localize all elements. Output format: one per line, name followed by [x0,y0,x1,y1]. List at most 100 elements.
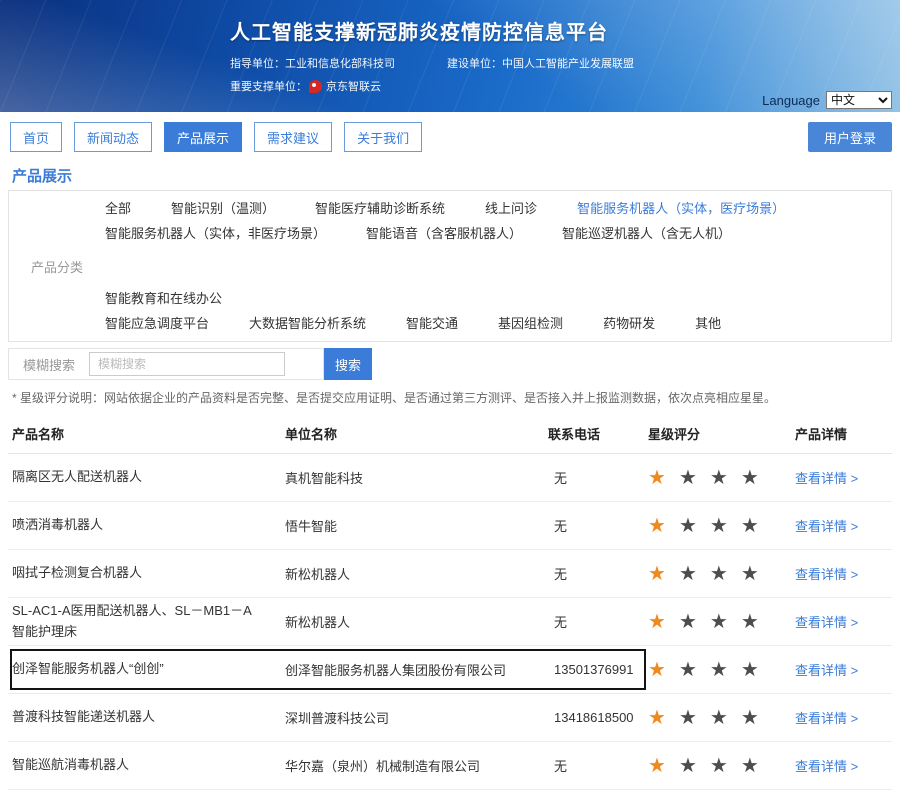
detail-cell: 查看详情 > [795,612,892,631]
view-detail-link[interactable]: 查看详情 > [795,759,858,774]
star-filled-icon: ★ [648,660,666,680]
category-rows: 全部 智能识别（温测） 智能医疗辅助诊断系统 线上问诊 智能服务机器人（实体，医疗场景）… [105,196,891,336]
company-name: 新松机器人 [285,564,548,583]
star-empty-icon: ★ [710,756,728,776]
category-row: 全部 智能识别（温测） 智能医疗辅助诊断系统 线上问诊 智能服务机器人（实体，医疗场景） [105,196,891,221]
rating-note: * 星级评分说明：网站依据企业的产品资料是否完整、是否提交应用证明、是否通过第三… [12,390,888,406]
build-unit-text: 建设单位：中国人工智能产业发展联盟 [447,55,634,71]
category-item[interactable]: 智能教育和在线办公 [105,286,222,311]
detail-cell: 查看详情 > [795,468,892,487]
view-detail-link[interactable]: 查看详情 > [795,471,858,486]
star-empty-icon: ★ [741,756,759,776]
star-rating: ★ ★ ★ ★ [648,564,795,584]
category-item[interactable]: 其他 [695,311,721,336]
view-detail-link[interactable]: 查看详情 > [795,615,858,630]
table-row: 智能巡航消毒机器人华尔嘉（泉州）机械制造有限公司无★★★★查看详情 > [8,742,892,790]
search-row: 模糊搜索 搜索 [8,348,892,380]
category-item[interactable]: 智能交通 [406,311,458,336]
star-filled-icon: ★ [648,516,666,536]
star-empty-icon: ★ [679,756,697,776]
star-empty-icon: ★ [679,516,697,536]
category-item[interactable]: 全部 [105,196,131,221]
language-select[interactable]: 中文 [826,91,892,109]
star-rating: ★★★★ [648,516,795,536]
star-filled-icon: ★ [648,756,666,776]
category-filter-label: 产品分类 [9,196,105,336]
search-input[interactable] [89,352,285,376]
star-empty-icon: ★ [679,612,697,632]
search-button[interactable]: 搜索 [324,348,372,380]
contact-phone: 无 [548,612,648,631]
star-empty-icon: ★ [679,708,697,728]
category-item[interactable]: 智能医疗辅助诊断系统 [315,196,445,221]
nav-item-requests[interactable]: 需求建议 [254,122,332,152]
nav-item-home[interactable]: 首页 [10,122,62,152]
product-name: 普渡科技智能递送机器人 [12,707,285,727]
view-detail-link[interactable]: 查看详情 > [795,663,858,678]
star-filled-icon: ★ [648,468,666,488]
jd-cloud-logo-icon [309,80,322,93]
category-item[interactable]: 大数据智能分析系统 [249,311,366,336]
category-item[interactable]: 智能应急调度平台 [105,311,209,336]
star-empty-icon: ★ [679,468,697,488]
nav-item-news[interactable]: 新闻动态 [74,122,152,152]
star-rating: ★ ★ ★ ★ [648,756,795,776]
company-name: 真机智能科技 [285,468,548,487]
table-row: 喷洒消毒机器人悟牛智能无★★★★查看详情 > [8,502,892,550]
category-item[interactable]: 智能识别（温测） [171,196,275,221]
category-item-selected[interactable]: 智能服务机器人（实体，医疗场景） [577,196,785,221]
company-name: 华尔嘉（泉州）机械制造有限公司 [285,756,548,775]
star-empty-icon: ★ [710,708,728,728]
category-row: 智能服务机器人（实体，非医疗场景） 智能语音（含客服机器人） 智能巡逻机器人（含无人… [105,221,891,311]
product-table: 产品名称 单位名称 联系电话 星级评分 产品详情 隔离区无人配送机器人真机智能科… [8,414,892,790]
contact-phone: 无 [548,516,648,535]
language-label: Language [762,93,820,108]
star-filled-icon: ★ [648,564,666,584]
detail-cell: 查看详情 > [795,756,892,775]
company-name: 新松机器人 [285,612,548,631]
product-name: 咽拭子检测复合机器人 [12,563,285,583]
contact-phone: 无 [548,756,648,775]
login-button[interactable]: 用户登录 [808,122,892,152]
header-contact-phone: 联系电话 [548,424,648,443]
star-empty-icon: ★ [710,660,728,680]
category-item[interactable]: 智能巡逻机器人（含无人机） [562,221,731,246]
support-unit-label: 重要支撑单位： [230,78,307,94]
table-row: 普渡科技智能递送机器人深圳普渡科技公司13418618500★★★★查看详情 > [8,694,892,742]
table-row: SL-AC1-A医用配送机器人、SL－MB1－A智能护理床新松机器人无★★★★查… [8,598,892,646]
star-empty-icon: ★ [741,564,759,584]
detail-cell: 查看详情 > [795,564,892,583]
company-name: 深圳普渡科技公司 [285,708,548,727]
view-detail-link[interactable]: 查看详情 > [795,567,858,582]
view-detail-link[interactable]: 查看详情 > [795,519,858,534]
category-item[interactable]: 药物研发 [603,311,655,336]
site-title: 人工智能支撑新冠肺炎疫情防控信息平台 [230,16,634,45]
search-label: 模糊搜索 [9,355,89,374]
category-item[interactable]: 智能语音（含客服机器人） [366,221,522,246]
category-item[interactable]: 线上问诊 [485,196,537,221]
star-filled-icon: ★ [648,708,666,728]
contact-phone: 13418618500 [548,710,648,725]
detail-cell: 查看详情 > [795,660,892,679]
category-filter-panel: 产品分类 全部智能识别（温测）智能医疗辅助诊断系统线上问诊智能服务机器人（实体，… [8,190,892,342]
star-rating: ★★★★ [648,660,795,680]
category-item[interactable]: 智能服务机器人（实体，非医疗场景） [105,221,326,246]
category-item[interactable]: 基因组检测 [498,311,563,336]
header-banner: 人工智能支撑新冠肺炎疫情防控信息平台 指导单位：工业和信息化部科技司 建设单位：… [0,0,900,112]
company-name: 创泽智能服务机器人集团股份有限公司 [285,660,548,679]
contact-phone: 13501376991 [548,662,648,677]
star-empty-icon: ★ [710,564,728,584]
star-empty-icon: ★ [679,660,697,680]
star-rating: ★★★★ [648,612,795,632]
category-row: 智能应急调度平台 大数据智能分析系统 智能交通 基因组检测 药物研发 其他 [105,311,891,336]
nav-item-about[interactable]: 关于我们 [344,122,422,152]
product-name: 创泽智能服务机器人“创创” [12,659,285,679]
nav-item-products[interactable]: 产品展示 [164,122,242,152]
table-row: 咽拭子检测复合机器人新松机器人无★★★★查看详情 > [8,550,892,598]
star-empty-icon: ★ [710,612,728,632]
star-empty-icon: ★ [679,564,697,584]
product-table-body: 隔离区无人配送机器人真机智能科技无★★★★查看详情 >喷洒消毒机器人悟牛智能无★… [8,454,892,790]
star-rating: ★★★★ [648,708,795,728]
star-empty-icon: ★ [741,612,759,632]
header-company-name: 单位名称 [285,424,548,443]
